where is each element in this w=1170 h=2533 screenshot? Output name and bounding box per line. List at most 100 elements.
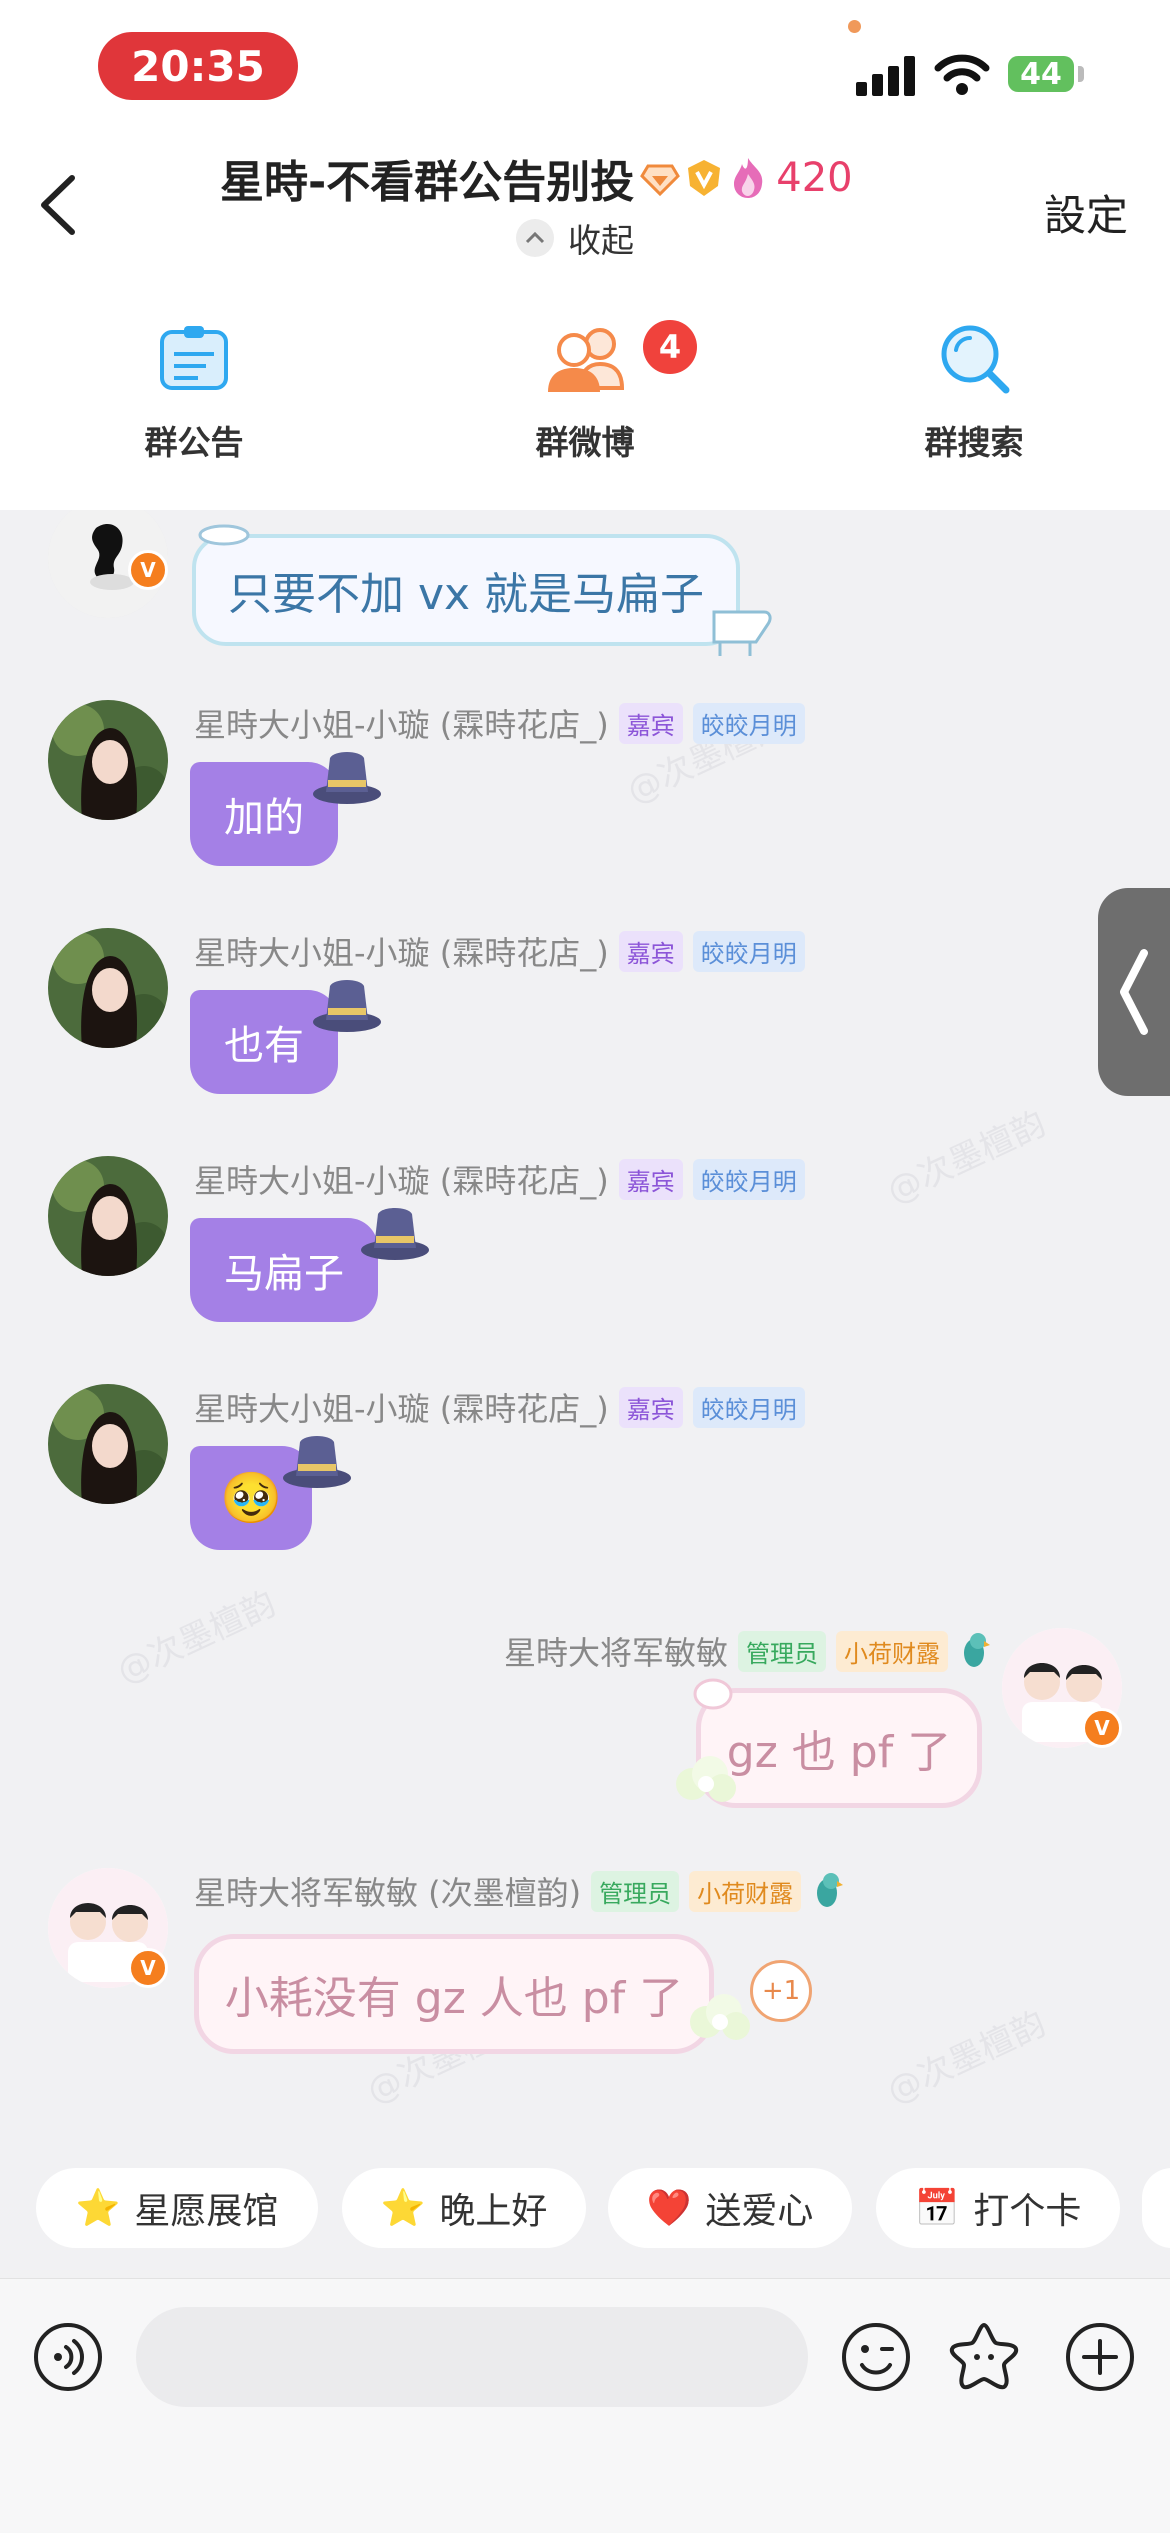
chip-label: 送爱心 [705, 2191, 814, 2232]
avatar-image [48, 928, 168, 1048]
top-hat-icon [361, 1208, 429, 1260]
tab-label: 群公告 [144, 423, 244, 462]
plus-icon[interactable] [1064, 2321, 1136, 2393]
avatar[interactable] [48, 928, 168, 1048]
title-tag: 小荷财露 [836, 1630, 948, 1672]
avatar-image [48, 700, 168, 820]
role-tag: 嘉宾 [618, 1386, 683, 1428]
quick-actions-bar: ⭐ 星愿展馆 ⭐ 晚上好 ❤️ 送爱心 📅 打个卡 [0, 2168, 1170, 2248]
sticker-star-icon[interactable] [948, 2319, 1020, 2391]
verified-badge-icon: V [1082, 1708, 1122, 1748]
cellular-signal-icon [856, 52, 916, 96]
title-tag: 皎皎月明 [692, 1386, 805, 1428]
star-icon: ⭐ [380, 2188, 426, 2229]
message-bubble[interactable]: 马扁子 [190, 1218, 378, 1322]
message-text: 也有 [224, 1023, 304, 1069]
sender-name[interactable]: 星時大小姐-小璇 (霖時花店_) [194, 700, 609, 746]
top-hat-icon [283, 1436, 351, 1488]
chevron-left-icon [1120, 949, 1148, 1035]
chip-label: 打个卡 [973, 2191, 1082, 2232]
hot-count: 420 [776, 155, 853, 201]
verified-badge-icon: V [128, 550, 168, 590]
calendar-icon: 📅 [914, 2188, 960, 2229]
message-text: 加的 [224, 795, 304, 841]
tab-label: 群搜索 [924, 423, 1024, 462]
title-tag: 皎皎月明 [692, 930, 805, 972]
sender-info: 星時大将军敏敏 (次墨檀韵) 管理员 小荷财露 [194, 1868, 845, 1914]
sender-name[interactable]: 星時大将军敏敏 [504, 1628, 728, 1674]
tab-group-search[interactable]: 群搜索 [864, 320, 1084, 480]
avatar-image [48, 1384, 168, 1504]
group-members-icon [548, 328, 625, 392]
flame-icon [734, 158, 763, 198]
sender-name[interactable]: 星時大小姐-小璇 (霖時花店_) [194, 928, 609, 974]
admin-tag: 管理员 [591, 1870, 680, 1912]
bubble-ribbon-icon [198, 524, 250, 546]
side-drawer-handle[interactable] [1098, 888, 1170, 1096]
chip-label: 晚上好 [439, 2191, 548, 2232]
sender-info: 星時大小姐-小璇 (霖時花店_) 嘉宾 皎皎月明 [194, 1384, 805, 1430]
reaction-plus-one-button[interactable]: +1 [750, 1960, 812, 2022]
message-bubble[interactable]: 小耗没有 gz 人也 pf 了 [194, 1934, 714, 2054]
back-button[interactable] [28, 170, 88, 240]
title-tag: 皎皎月明 [692, 1158, 805, 1200]
tab-label: 群微博 [535, 423, 635, 462]
quick-action-send-love[interactable]: ❤️ 送爱心 [608, 2168, 852, 2248]
role-tag: 嘉宾 [618, 1158, 683, 1200]
voice-input-icon[interactable] [32, 2321, 104, 2393]
heart-icon: ❤️ [646, 2188, 692, 2229]
chip-label: 星愿展馆 [134, 2191, 279, 2232]
message-input[interactable] [136, 2307, 808, 2407]
cloud-decoration-icon [690, 1994, 750, 2040]
wifi-icon [934, 54, 990, 95]
emoji-icon[interactable] [840, 2321, 912, 2393]
watermark: @次墨檀韵 [880, 1103, 1052, 1212]
quick-action-good-evening[interactable]: ⭐ 晚上好 [342, 2168, 586, 2248]
emoji-message: 🥹 [220, 1468, 283, 1527]
message-input-bar [0, 2278, 1170, 2533]
parrot-icon [964, 1633, 990, 1667]
sender-name[interactable]: 星時大小姐-小璇 (霖時花店_) [194, 1384, 609, 1430]
avatar[interactable] [48, 700, 168, 820]
tab-announcement[interactable]: 群公告 [84, 320, 304, 480]
diamond-badge-icon [640, 164, 681, 197]
message-bubble[interactable]: 只要不加 vx 就是马扁子 [192, 534, 740, 646]
title-tag: 皎皎月明 [692, 702, 805, 744]
role-tag: 嘉宾 [618, 702, 683, 744]
parrot-icon [817, 1873, 844, 1907]
admin-tag: 管理员 [738, 1630, 826, 1672]
avatar[interactable] [48, 1384, 168, 1504]
quick-action-more[interactable] [1142, 2168, 1170, 2248]
notification-badge: 4 [643, 320, 697, 374]
quick-action-check-in[interactable]: 📅 打个卡 [876, 2168, 1120, 2248]
sender-info: 星時大小姐-小璇 (霖時花店_) 嘉宾 皎皎月明 [194, 928, 805, 974]
sender-name[interactable]: 星時大将军敏敏 (次墨檀韵) [194, 1868, 581, 1914]
vip-shield-icon [688, 160, 721, 196]
message-text: 马扁子 [224, 1251, 344, 1297]
group-badges [640, 156, 768, 200]
verified-badge-icon: V [128, 1948, 168, 1988]
collapse-toggle[interactable]: 收起 [516, 214, 634, 262]
watermark: @次墨檀韵 [110, 1583, 282, 1692]
chat-header: 20:35 44 星時-不看群公告别投 420 收起 設定 群公告 4 群微博 … [0, 0, 1170, 510]
tab-group-weibo[interactable]: 4 群微博 [475, 320, 697, 480]
settings-button[interactable]: 設定 [1044, 182, 1128, 243]
battery-indicator: 44 [1008, 56, 1074, 92]
chevron-up-icon [516, 219, 554, 257]
sender-name[interactable]: 星時大小姐-小璇 (霖時花店_) [194, 1156, 609, 1202]
group-title-row[interactable]: 星時-不看群公告别投 420 [220, 148, 960, 208]
battery-tip [1078, 66, 1084, 82]
avatar[interactable] [48, 1156, 168, 1276]
message-text: 小耗没有 gz 人也 pf 了 [224, 1973, 684, 2024]
message-text: gz 也 pf 了 [726, 1727, 952, 1778]
top-hat-icon [313, 980, 381, 1032]
piano-decoration-icon [712, 610, 772, 656]
sender-info: 星時大将军敏敏 管理员 小荷财露 [504, 1628, 992, 1674]
privacy-dot [848, 20, 861, 33]
group-title: 星時-不看群公告别投 [220, 157, 635, 208]
role-tag: 嘉宾 [618, 930, 683, 972]
sheep-decoration-icon [693, 1678, 733, 1710]
message-list[interactable]: @次墨檀韵 @次墨檀韵 @次墨檀韵 @次墨檀韵 @次墨檀韵 V 只要不加 vx … [0, 510, 1170, 2150]
status-time: 20:35 [98, 32, 298, 100]
quick-action-star-gallery[interactable]: ⭐ 星愿展馆 [36, 2168, 318, 2248]
